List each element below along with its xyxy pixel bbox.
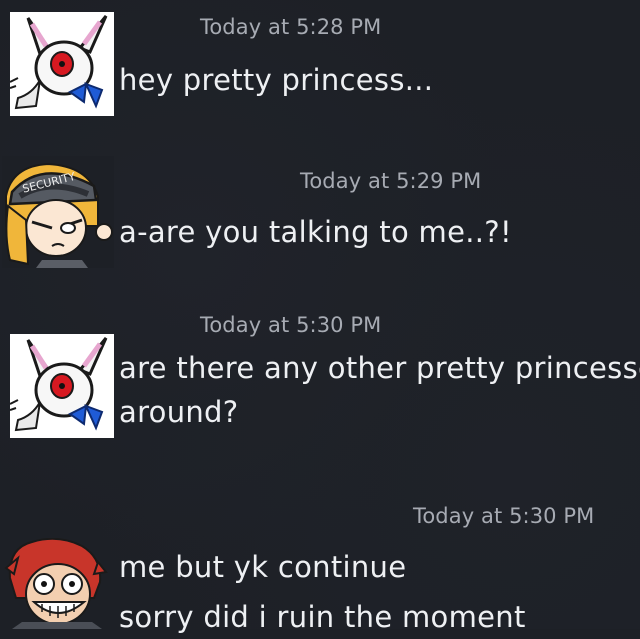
message-group: Today at 5:28 PM hey pretty princess...	[0, 0, 640, 120]
message-group: SECURITY Today at 5:29 PM a-are you talk…	[0, 140, 640, 280]
message-group: Today at 5:30 PM are there any other pre…	[0, 300, 640, 460]
chat-log: Today at 5:28 PM hey pretty princess... …	[0, 0, 640, 634]
bunny-animatronic-avatar-icon[interactable]	[10, 12, 114, 116]
message-text: are there any other pretty princesses	[119, 351, 640, 385]
message-timestamp: Today at 5:30 PM	[200, 313, 382, 337]
red-haired-grinning-avatar-icon[interactable]	[2, 538, 110, 629]
message-text: me but yk continue	[119, 550, 407, 584]
message-text: sorry did i ruin the moment	[119, 600, 526, 634]
message-text: hey pretty princess...	[119, 63, 434, 97]
message-group: Today at 5:30 PM me but yk continue sorr…	[0, 490, 640, 634]
message-timestamp: Today at 5:30 PM	[413, 504, 595, 528]
message-text: around?	[119, 395, 239, 429]
message-timestamp: Today at 5:29 PM	[300, 169, 482, 193]
message-timestamp: Today at 5:28 PM	[200, 15, 382, 39]
bunny-animatronic-avatar-icon[interactable]	[10, 334, 114, 438]
message-text: a-are you talking to me..?!	[119, 215, 512, 249]
security-guard-avatar-icon[interactable]: SECURITY	[2, 156, 114, 268]
